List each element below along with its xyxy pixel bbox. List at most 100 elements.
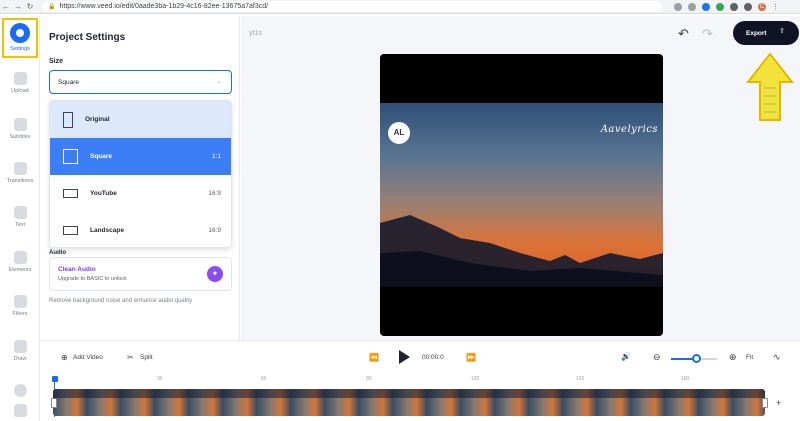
ruler-tick: 150	[576, 376, 585, 382]
reload-icon[interactable]: ↻	[24, 2, 36, 11]
ruler-tick: 180	[681, 376, 690, 382]
clean-audio-description: Remove background noise and enhance audi…	[49, 298, 193, 304]
menu-icon[interactable]: ⋮	[772, 3, 779, 11]
zoom-slider[interactable]	[671, 354, 717, 363]
option-label: Landscape	[90, 227, 124, 234]
video-canvas[interactable]: AL Aavelyrics	[380, 54, 663, 336]
split-icon[interactable]: ✂	[127, 353, 134, 362]
rewind-icon[interactable]: ⏪	[369, 353, 379, 362]
annotation-arrow-icon	[746, 52, 794, 121]
add-video-icon[interactable]: ⊕	[61, 353, 68, 362]
size-dropdown: Original Square 1:1 YouTube 16:9 Landsca…	[49, 100, 232, 248]
landscape-shape-icon	[63, 189, 78, 198]
settings-icon	[10, 23, 30, 43]
add-video-button[interactable]: Add Video	[73, 354, 103, 361]
sidebar-item-label: Text	[14, 222, 26, 228]
text-icon	[13, 206, 27, 219]
clean-audio-card[interactable]: Clean Audio Upgrade to BASIC to unlock ✦	[49, 257, 232, 291]
zoom-out-icon[interactable]: ⊖	[653, 352, 661, 363]
audio-heading: Audio	[49, 250, 66, 256]
magic-wand-icon[interactable]: ✦	[207, 266, 223, 282]
ruler-tick: 60	[261, 376, 267, 382]
media-icon[interactable]	[744, 2, 752, 11]
timeline-ruler[interactable]: 0 30 60 90 120 150 180	[41, 374, 800, 388]
option-ratio: 16:9	[208, 190, 221, 197]
sidebar-item-label: Upload	[11, 88, 29, 94]
size-label: Size	[49, 58, 64, 65]
redo-icon[interactable]: ↷	[702, 26, 713, 42]
extensions: C ⋮	[674, 2, 779, 11]
export-button[interactable]: Export ⇧	[733, 21, 799, 45]
bookmark-star-icon[interactable]	[688, 2, 696, 11]
project-name[interactable]: yt1s	[249, 30, 262, 37]
sidebar-item-elements[interactable]: Elements	[0, 251, 40, 273]
fast-forward-icon[interactable]: ⏩	[466, 353, 476, 362]
add-clip-icon[interactable]: +	[776, 398, 781, 408]
watermark-signature: Aavelyrics	[600, 124, 658, 135]
playhead[interactable]	[52, 376, 58, 382]
sidebar-item-transitions[interactable]: Transitions	[0, 162, 40, 184]
volume-icon[interactable]: 🔊	[621, 352, 631, 361]
subtitles-icon	[13, 118, 27, 131]
square-shape-icon	[63, 149, 78, 164]
lock-icon: 🔒	[48, 4, 56, 10]
filters-icon	[13, 295, 27, 308]
zoom-slider-knob[interactable]	[691, 354, 701, 363]
sidebar-item-filters[interactable]: Filters	[0, 295, 40, 317]
sidebar-item-settings[interactable]: Settings	[2, 18, 38, 58]
back-icon[interactable]: ←	[0, 2, 12, 11]
help-icon[interactable]	[0, 384, 40, 400]
fit-button[interactable]: Fit	[746, 354, 753, 361]
video-track-clip[interactable]	[53, 389, 765, 416]
puzzle-icon[interactable]	[730, 2, 738, 11]
channel-logo: AL	[388, 122, 410, 144]
undo-icon[interactable]: ↶	[678, 26, 689, 42]
ruler-tick: 120	[471, 376, 480, 382]
split-button[interactable]: Split	[140, 354, 153, 361]
ruler-tick: 30	[157, 376, 163, 382]
panel-title: Project Settings	[49, 32, 126, 43]
clip-end-handle[interactable]	[762, 398, 768, 408]
size-option-original[interactable]: Original	[50, 101, 231, 138]
upload-icon	[13, 72, 27, 85]
sidebar-item-upload[interactable]: Upload	[0, 72, 40, 94]
chat-icon[interactable]	[0, 404, 40, 420]
forward-icon[interactable]: →	[12, 2, 24, 11]
clean-audio-title: Clean Audio	[58, 266, 96, 273]
sidebar-item-label: Subtitles	[9, 134, 31, 140]
sidebar-item-draw[interactable]: Draw	[0, 340, 40, 362]
sidebar-item-label: Filters	[12, 311, 28, 317]
clip-start-handle[interactable]	[51, 398, 57, 408]
sidebar-item-text[interactable]: Text	[0, 206, 40, 228]
play-button[interactable]	[399, 350, 410, 364]
editor-workspace: yt1s ↶ ↷ Export ⇧ AL Aavelyrics	[241, 16, 800, 340]
zoom-in-icon[interactable]: ⊕	[729, 352, 737, 363]
sidebar-item-subtitles[interactable]: Subtitles	[0, 118, 40, 140]
option-label: Square	[90, 153, 113, 160]
share-icon[interactable]	[674, 2, 682, 11]
sidebar-item-label: Elements	[8, 267, 32, 273]
size-select[interactable]: Square ⌄	[49, 70, 232, 94]
size-option-square[interactable]: Square 1:1	[50, 138, 231, 175]
size-option-landscape[interactable]: Landscape 16:9	[50, 212, 231, 247]
chevron-down-icon: ⌄	[216, 78, 222, 85]
extension-icon[interactable]	[702, 2, 710, 11]
url-text: https://www.veed.io/edit/0aade3ba-1b29-4…	[59, 3, 269, 10]
size-option-youtube[interactable]: YouTube 16:9	[50, 175, 231, 212]
sidebar-item-label: Transitions	[6, 178, 34, 184]
ruler-tick: 90	[366, 376, 372, 382]
timeline-toolbar: ⊕ Add Video ✂ Split ⏪ 00:00:0 ⏩ 🔊 ⊖ ⊕ Fi…	[41, 340, 800, 374]
grammarly-icon[interactable]	[716, 2, 724, 11]
clean-audio-subtitle: Upgrade to BASIC to unlock	[58, 276, 127, 282]
address-bar[interactable]: 🔒 https://www.veed.io/edit/0aade3ba-1b29…	[42, 1, 662, 12]
elements-icon	[13, 251, 27, 264]
export-label: Export	[746, 29, 767, 37]
browser-toolbar: ← → ↻ 🔒 https://www.veed.io/edit/0aade3b…	[0, 0, 800, 14]
portrait-shape-icon	[63, 111, 73, 128]
time-display: 00:00:0	[422, 354, 444, 361]
waveform-icon[interactable]: ∿	[773, 352, 781, 363]
landscape-shape-icon	[63, 226, 78, 235]
project-settings-panel: Project Settings Size Square ⌄ Original …	[41, 16, 240, 340]
avatar[interactable]: C	[758, 2, 766, 11]
sidebar-item-label: Settings	[10, 46, 30, 52]
